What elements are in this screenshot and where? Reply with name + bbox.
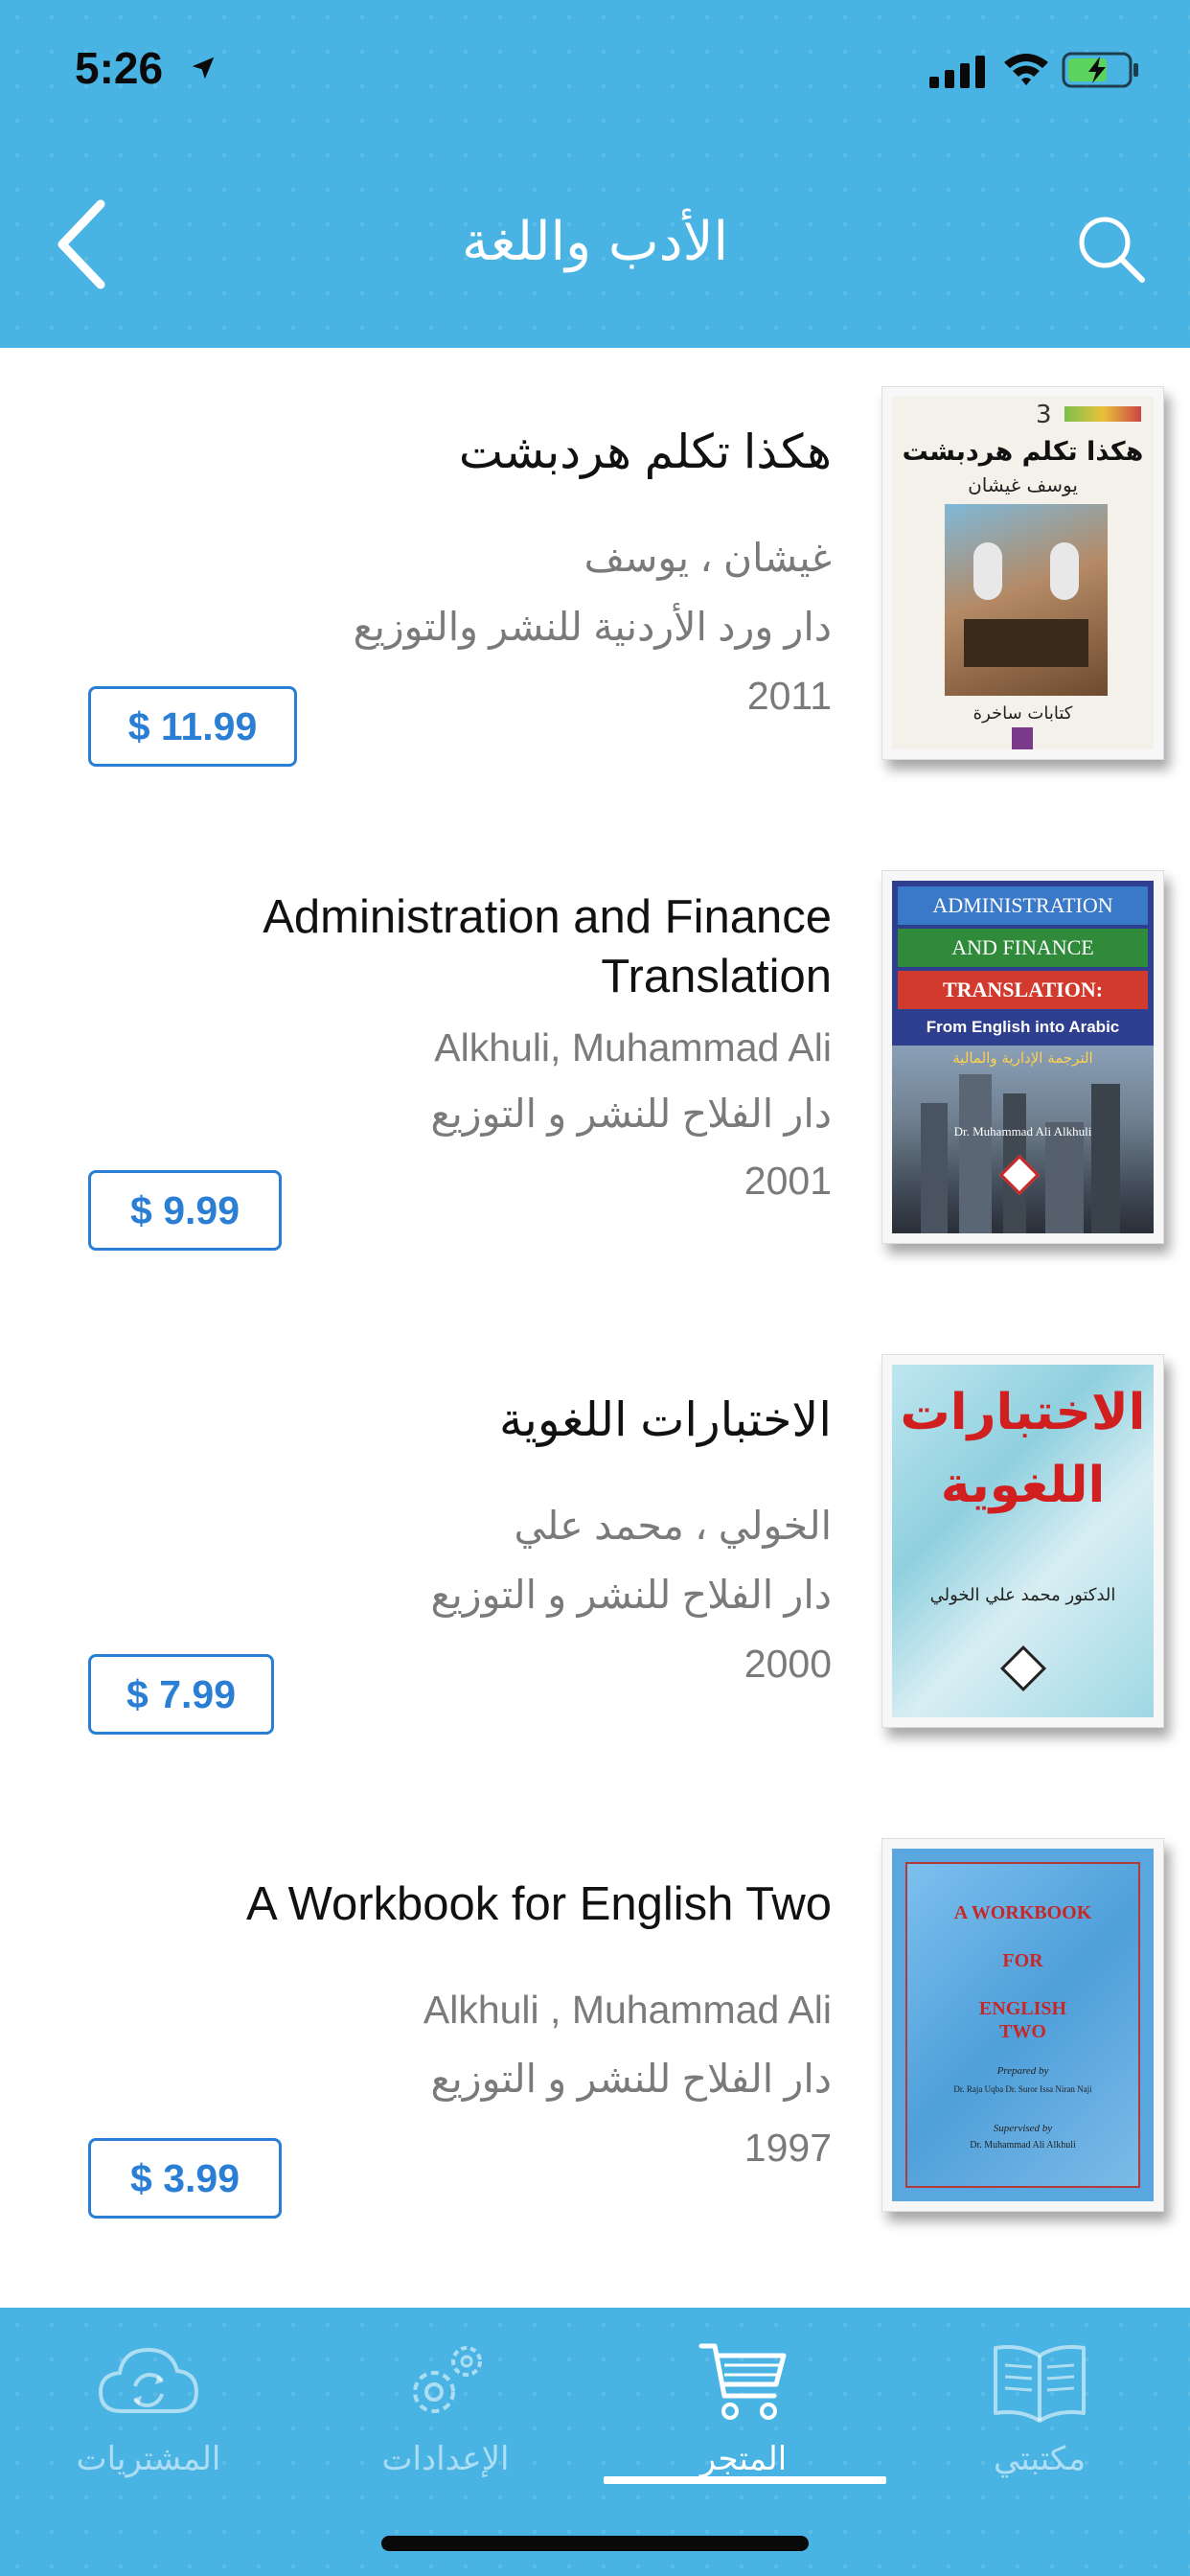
cover-illustration [945, 504, 1108, 696]
book-list-item[interactable]: ADMINISTRATION AND FINANCE TRANSLATION: … [0, 832, 1190, 1316]
book-cover-image: ADMINISTRATION AND FINANCE TRANSLATION: … [881, 870, 1164, 1244]
open-book-icon [990, 2336, 1089, 2432]
home-indicator[interactable] [381, 2536, 809, 2551]
cover-title-line: الاختبارات [900, 1384, 1146, 1441]
price-button[interactable]: $ 9.99 [88, 1170, 282, 1251]
cloud-sync-icon [95, 2336, 202, 2432]
cover-supervisor: Dr. Muhammad Ali Alkhuli [970, 2140, 1076, 2150]
cover-author-text: الدكتور محمد علي الخولي [929, 1585, 1116, 1605]
cover-series-number: 3 [1036, 401, 1052, 429]
cover-author-name: Dr. Muhammad Ali Alkhuli [953, 1124, 1092, 1138]
cover-title-line: A WORKBOOK [953, 1902, 1092, 1923]
book-title[interactable]: A Workbook for English Two [84, 1874, 832, 1934]
tab-purchases[interactable]: المشتريات [24, 2327, 273, 2490]
book-author: غيشان ، يوسف [584, 536, 832, 580]
tab-my-library[interactable]: مكتبتي [915, 2327, 1164, 2490]
cover-supervised-by: Supervised by [993, 2123, 1053, 2134]
cover-title-line: ADMINISTRATION [898, 886, 1148, 925]
page-title: الأدب واللغة [461, 211, 729, 273]
book-cover-image: الاختبارات اللغوية الدكتور محمد علي الخو… [881, 1354, 1164, 1728]
active-tab-indicator [604, 2476, 886, 2484]
search-button[interactable] [1064, 201, 1159, 297]
cover-title-line: TWO [999, 2021, 1046, 2042]
cover-frame: A WORKBOOK FOR ENGLISH TWO Prepared by D… [905, 1862, 1140, 2188]
location-arrow-icon [189, 54, 217, 86]
price-button[interactable]: $ 7.99 [88, 1654, 274, 1735]
book-author: الخولي ، محمد علي [514, 1504, 832, 1548]
tab-settings[interactable]: الإعدادات [321, 2327, 570, 2490]
book-cover-image: A WORKBOOK FOR ENGLISH TWO Prepared by D… [881, 1838, 1164, 2212]
tab-bar: المشتريات الإعدادات المتجر مكتبتي [0, 2308, 1190, 2576]
book-publisher: دار الفلاح للنشر و التوزيع [430, 1573, 832, 1617]
book-publisher: دار الفلاح للنشر و التوزيع [430, 2057, 832, 2101]
cart-icon [696, 2336, 791, 2432]
cover-subtitle: From English into Arabic [926, 1018, 1120, 1036]
price-button[interactable]: $ 11.99 [88, 686, 297, 767]
publisher-logo [999, 1644, 1047, 1692]
tab-label: المتجر [699, 2440, 788, 2478]
cover-prepared-by: Prepared by [996, 2065, 1049, 2077]
cover-title-line: TRANSLATION: [898, 971, 1148, 1009]
status-time: 5:26 [75, 43, 164, 93]
book-publisher: دار ورد الأردنية للنشر والتوزيع [353, 605, 832, 649]
book-author: Alkhuli, Muhammad Ali [434, 1025, 832, 1070]
cover-title-text: هكذا تكلم هردبشت [902, 437, 1144, 467]
cover-author-text: يوسف غيشان [968, 473, 1078, 496]
book-cover-image: 3 هكذا تكلم هردبشت يوسف غيشان كتابات ساخ… [881, 386, 1164, 760]
tab-store[interactable]: المتجر [619, 2327, 868, 2490]
book-title[interactable]: الاختبارات اللغوية [84, 1391, 832, 1450]
wifi-icon [1002, 51, 1050, 93]
cover-title-line: ENGLISH [978, 1998, 1067, 2019]
cellular-signal-icon [929, 56, 989, 92]
battery-charging-icon [1062, 52, 1140, 92]
cover-decoration [1064, 406, 1141, 422]
book-list-item[interactable]: الاختبارات اللغوية الدكتور محمد علي الخو… [0, 1316, 1190, 1800]
book-title[interactable]: Administration and Finance Translation [84, 887, 832, 1006]
app-header: 5:26 الأدب واللغة [0, 0, 1190, 348]
tab-label: المشتريات [76, 2440, 221, 2478]
cover-title-line: اللغوية [940, 1457, 1106, 1514]
book-publisher: دار الفلاح للنشر و التوزيع [430, 1092, 832, 1136]
cover-title-line: AND FINANCE [898, 929, 1148, 967]
book-author: Alkhuli , Muhammad Ali [423, 1988, 832, 2032]
price-button[interactable]: $ 3.99 [88, 2138, 282, 2219]
cover-arabic-title: الترجمة الإدارية والمالية [952, 1049, 1093, 1067]
book-title[interactable]: هكذا تكلم هردبشت [84, 423, 832, 482]
status-bar: 5:26 [0, 0, 1190, 144]
cover-title-line: FOR [1002, 1950, 1043, 1971]
cover-subtitle-text: كتابات ساخرة [973, 703, 1073, 724]
tab-label: الإعدادات [381, 2440, 510, 2478]
search-icon [1079, 217, 1145, 283]
tab-label: مكتبتي [993, 2440, 1087, 2478]
book-list-item[interactable]: 3 هكذا تكلم هردبشت يوسف غيشان كتابات ساخ… [0, 348, 1190, 832]
navigation-bar: الأدب واللغة [0, 172, 1190, 316]
cover-authors: Dr. Raja Uqba Dr. Suror Issa Niran Naji [953, 2084, 1092, 2094]
book-list[interactable]: 3 هكذا تكلم هردبشت يوسف غيشان كتابات ساخ… [0, 348, 1190, 2308]
cover-skyline-photo: الترجمة الإدارية والمالية Dr. Muhammad A… [892, 1046, 1154, 1233]
book-list-item[interactable]: A WORKBOOK FOR ENGLISH TWO Prepared by D… [0, 1800, 1190, 2284]
publisher-logo [1012, 727, 1033, 749]
gears-icon [398, 2336, 493, 2432]
